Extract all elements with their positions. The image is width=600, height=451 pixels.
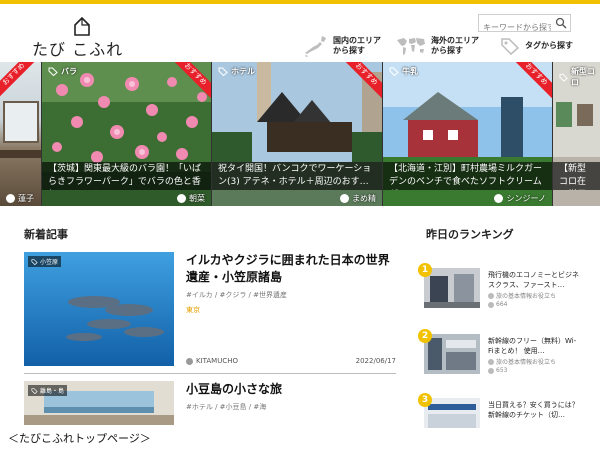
tag-icon bbox=[48, 67, 58, 76]
article-divider bbox=[24, 373, 396, 374]
tag-icon bbox=[389, 67, 399, 76]
tag-icon bbox=[218, 67, 228, 76]
article-tag[interactable]: 小笠原 bbox=[28, 256, 62, 267]
carousel-slide-3[interactable]: 牛乳 おすすめ 【北海道・江別】町村農場ミルクガーデンのベンチで食べたソフトクリ… bbox=[383, 62, 552, 206]
author-avatar-icon bbox=[6, 194, 15, 203]
rank-badge: 3 bbox=[418, 393, 432, 407]
site-logo[interactable]: たび こふれ bbox=[32, 14, 132, 59]
new-articles-heading: 新着記事 bbox=[24, 228, 68, 241]
ranking-views: 664 bbox=[488, 301, 507, 308]
ranking-item[interactable]: 3 当日買える？安く買うには？新幹線のチケット（切… bbox=[418, 393, 580, 428]
ranking-heading: 昨日のランキング bbox=[426, 228, 514, 241]
carousel-slide-0[interactable]: おすすめ 蓮子 bbox=[0, 62, 41, 206]
article-tags[interactable]: #ホテル / #小豆島 / #海 bbox=[186, 402, 266, 412]
slide-author: シンジーノ bbox=[494, 193, 546, 204]
article-tag[interactable]: 離島・島 bbox=[28, 385, 68, 396]
article-thumbnail[interactable]: 小笠原 bbox=[24, 252, 174, 366]
tag-icon bbox=[31, 258, 38, 265]
slide-author: 蓮子 bbox=[6, 193, 34, 204]
article-area[interactable]: 東京 bbox=[186, 305, 200, 315]
ranking-title[interactable]: 当日買える？安く買うには？新幹線のチケット（切… bbox=[488, 400, 580, 420]
ticket-office-photo bbox=[424, 398, 480, 428]
rank-badge: 1 bbox=[418, 263, 432, 277]
japan-map-icon bbox=[305, 36, 326, 57]
source-avatar-icon bbox=[488, 358, 494, 365]
slide-author: まめ精 bbox=[340, 193, 376, 204]
tag-icon bbox=[559, 73, 568, 82]
source-avatar-icon bbox=[488, 292, 494, 299]
ranking-item[interactable]: 1 飛行機のエコノミーとビジネスクラス、ファースト… 旅の基本情報お役立ち 66… bbox=[418, 263, 580, 328]
search-box[interactable] bbox=[478, 14, 571, 36]
ranking-source: 旅の基本情報お役立ち bbox=[488, 291, 556, 300]
slide-tag[interactable]: ホテル bbox=[218, 66, 255, 77]
slide-tag[interactable]: バラ bbox=[48, 66, 77, 77]
author-avatar-icon bbox=[340, 194, 349, 203]
nav-domestic-area[interactable]: 国内のエリア から探す bbox=[302, 34, 381, 58]
nav-overseas-label1: 海外のエリア bbox=[431, 36, 479, 45]
article-tags[interactable]: #イルカ / #クジラ / #世界遺産 bbox=[186, 290, 287, 300]
nav-overseas-area[interactable]: 海外のエリア から探す bbox=[396, 34, 479, 58]
dolphins-photo bbox=[24, 252, 174, 366]
slide-author: 朝菜 bbox=[177, 193, 205, 204]
tag-icon bbox=[501, 38, 520, 55]
article-date: 2022/06/17 bbox=[355, 357, 396, 365]
article-title[interactable]: イルカやクジラに囲まれた日本の世界遺産・小笠原諸島 bbox=[186, 252, 396, 286]
nav-tag-label: タグから探す bbox=[525, 41, 573, 50]
rank-badge: 2 bbox=[418, 329, 432, 343]
ranking-views: 653 bbox=[488, 367, 507, 374]
slide-caption[interactable]: 【茨城】関東最大級のバラ園！「いばらきフラワーパーク」でバラの色と香り… bbox=[42, 162, 211, 190]
ranking-item[interactable]: 2 新幹線のフリー（無料）Wi-Fiまとめ！ 使用… 旅の基本情報お役立ち 65… bbox=[418, 329, 580, 394]
slide-caption[interactable]: 【北海道・江別】町村農場ミルクガーデンのベンチで食べたソフトクリームが… bbox=[383, 162, 552, 190]
article-author: KITAMUCHO bbox=[186, 357, 238, 365]
ranking-thumbnail[interactable] bbox=[424, 334, 480, 374]
nav-domestic-label2: から探す bbox=[333, 46, 365, 55]
recommend-ribbon: おすすめ bbox=[0, 62, 41, 106]
tag-icon bbox=[31, 387, 38, 394]
ranking-thumbnail[interactable] bbox=[424, 268, 480, 308]
author-avatar-icon bbox=[186, 357, 193, 365]
logo-house-icon bbox=[74, 16, 90, 36]
slide-tag[interactable]: 牛乳 bbox=[389, 66, 418, 77]
airplane-seat-photo bbox=[424, 268, 480, 308]
site-header: たび こふれ 国内のエリアから探す 海外のエリアから探す タグから探す bbox=[0, 4, 600, 62]
eye-icon bbox=[488, 301, 494, 308]
world-map-icon bbox=[397, 38, 425, 55]
author-avatar-icon bbox=[177, 194, 186, 203]
slide-caption[interactable]: 【新型コロ在の様子（ bbox=[553, 162, 600, 190]
article-thumbnail[interactable]: 離島・島 bbox=[24, 381, 174, 425]
recommend-ribbon: おすすめ bbox=[167, 62, 211, 106]
featured-carousel: おすすめ 蓮子 バラ おすすめ 【茨城】関東最大級のバラ園！「いばらきフラワーパ… bbox=[0, 62, 600, 206]
search-icon[interactable] bbox=[555, 17, 567, 29]
page-caption: ＜たびこふれトップページ＞ bbox=[8, 430, 151, 446]
carousel-slide-2[interactable]: ホテル おすすめ 祝タイ開国！バンコクでワーケーション(3) アテネ・ホテル＋周… bbox=[212, 62, 382, 206]
recommend-ribbon: おすすめ bbox=[508, 62, 552, 106]
logo-text: たび こふれ bbox=[32, 40, 124, 59]
ranking-source: 旅の基本情報お役立ち bbox=[488, 357, 556, 366]
train-interior-photo bbox=[424, 334, 480, 374]
eye-icon bbox=[488, 367, 494, 374]
carousel-slide-1[interactable]: バラ おすすめ 【茨城】関東最大級のバラ園！「いばらきフラワーパーク」でバラの色… bbox=[42, 62, 211, 206]
article-title[interactable]: 小豆島の小さな旅 bbox=[186, 381, 396, 398]
slide-caption[interactable]: 祝タイ開国！バンコクでワーケーション(3) アテネ・ホテル＋周辺のおす… bbox=[212, 162, 382, 190]
carousel-slide-4[interactable]: 新型コロ 【新型コロ在の様子（ bbox=[553, 62, 600, 206]
recommend-ribbon: おすすめ bbox=[338, 62, 382, 106]
ranking-title[interactable]: 新幹線のフリー（無料）Wi-Fiまとめ！ 使用… bbox=[488, 336, 580, 356]
nav-overseas-label2: から探す bbox=[431, 46, 463, 55]
slide-tag[interactable]: 新型コロ bbox=[559, 66, 600, 88]
ranking-title[interactable]: 飛行機のエコノミーとビジネスクラス、ファースト… bbox=[488, 270, 580, 290]
nav-domestic-label1: 国内のエリア bbox=[333, 36, 381, 45]
nav-tag-search[interactable]: タグから探す bbox=[500, 34, 573, 58]
ranking-thumbnail[interactable] bbox=[424, 398, 480, 428]
author-avatar-icon bbox=[494, 194, 504, 203]
